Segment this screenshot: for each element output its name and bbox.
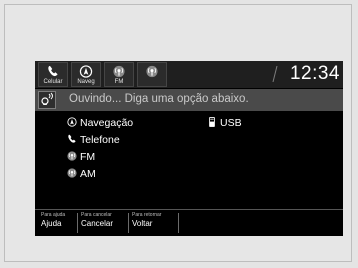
radio-am-icon [146,65,158,78]
radio-fm-icon [67,151,77,161]
app-button-celular[interactable]: Celular [38,62,68,87]
bottom-divider [35,209,343,210]
voice-prompt-text: Ouvindo... Diga uma opção abaixo. [69,93,249,105]
option-fm[interactable]: FM [67,150,95,164]
option-label: AM [80,168,96,180]
app-label: Naveg [77,79,95,85]
hint-ajuda[interactable]: Para ajuda Ajuda [39,212,75,234]
hint-command: Voltar [132,219,153,228]
option-navegacao[interactable]: Navegação [67,116,133,130]
navigation-icon [67,117,77,127]
signal-indicator-icon [272,66,278,82]
option-am[interactable]: AM [67,167,96,181]
hint-separator [77,213,78,233]
hint-voltar[interactable]: Para retornar Voltar [130,212,176,234]
hint-caption: Para cancelar [81,212,112,218]
top-status-bar: Celular Naveg FM 12:34 [35,61,343,88]
hint-caption: Para retornar [132,212,162,218]
radio-fm-icon [113,65,125,78]
infotainment-screen: Celular Naveg FM 12:34 Ouvindo... Diga u… [35,61,343,236]
voice-recognition-icon [38,91,56,109]
hint-cancelar[interactable]: Para cancelar Cancelar [79,212,125,234]
hint-caption: Para ajuda [41,212,66,218]
option-label: Telefone [80,134,120,146]
hint-separator [178,213,179,233]
phone-icon [68,134,76,143]
hint-command: Ajuda [41,219,62,228]
option-label: USB [220,117,242,129]
app-label: Celular [43,79,63,85]
hint-command: Cancelar [81,219,114,228]
app-button-naveg[interactable]: Naveg [71,62,101,87]
app-button-fm[interactable]: FM [104,62,134,87]
voice-prompt-bar: Ouvindo... Diga uma opção abaixo. [35,89,343,111]
app-button-am[interactable] [137,62,167,87]
hint-separator [128,213,129,233]
phone-icon [48,65,58,77]
app-label: FM [114,79,124,85]
option-label: FM [80,151,96,163]
option-telefone[interactable]: Telefone [67,133,120,147]
navigation-icon [79,65,93,78]
usb-icon [209,117,215,127]
manual-figure-frame: Celular Naveg FM 12:34 Ouvindo... Diga u… [4,4,352,262]
clock: 12:34 [289,63,340,84]
radio-am-icon [67,168,77,178]
option-label: Navegação [80,117,134,129]
option-usb[interactable]: USB [207,116,242,130]
